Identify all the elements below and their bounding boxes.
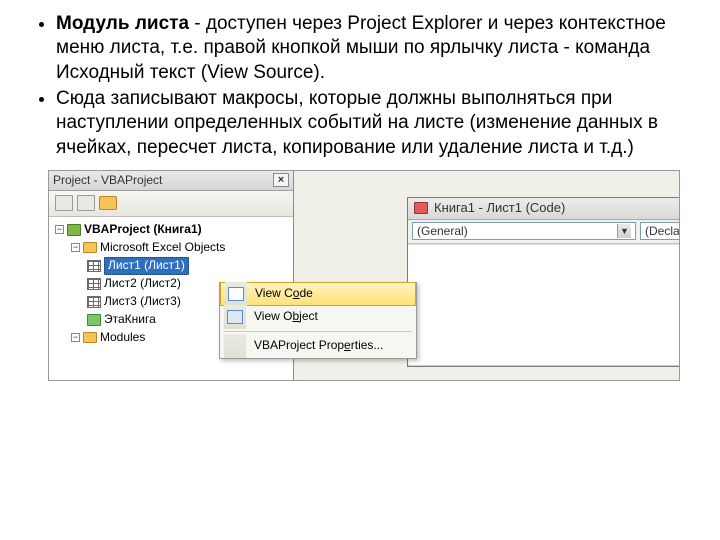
expand-icon[interactable]: − — [71, 333, 80, 342]
slide-bullets: Модуль листа - доступен через Project Ex… — [24, 12, 696, 160]
tree-sheet2-label: Лист2 (Лист2) — [104, 276, 181, 291]
menu-props-label: VBAProject Properties... — [254, 338, 406, 353]
expand-icon[interactable]: − — [71, 243, 80, 252]
view-code-icon[interactable] — [55, 195, 73, 211]
object-dropdown[interactable]: (General) ▼ — [412, 222, 636, 240]
worksheet-icon — [87, 296, 101, 308]
toggle-folders-icon[interactable] — [99, 196, 117, 210]
tree-project-root[interactable]: − VBAProject (Книга1) — [53, 221, 289, 239]
project-explorer-titlebar: Project - VBAProject × — [49, 171, 293, 191]
project-explorer-title: Project - VBAProject — [53, 173, 162, 188]
menu-separator — [224, 331, 412, 332]
bullet-1-strong: Модуль листа — [56, 13, 189, 34]
code-window-dropdowns: (General) ▼ (Declara — [408, 220, 680, 244]
code-window-icon — [414, 202, 428, 214]
project-icon — [67, 224, 81, 236]
folder-icon — [83, 332, 97, 343]
tree-sheet1[interactable]: Лист1 (Лист1) — [53, 257, 289, 275]
worksheet-icon — [87, 260, 101, 272]
procedure-dropdown-value: (Declara — [645, 224, 680, 239]
menu-view-object[interactable]: View Object — [220, 305, 416, 329]
project-explorer-toolbar — [49, 191, 293, 217]
code-editor-area[interactable] — [408, 244, 680, 364]
code-icon — [228, 287, 244, 301]
tree-thisworkbook-label: ЭтаКнига — [104, 312, 156, 327]
view-object-icon[interactable] — [77, 195, 95, 211]
code-window-title: Книга1 - Лист1 (Code) — [434, 200, 565, 217]
bullet-2: Сюда записывают макросы, которые должны … — [56, 87, 696, 160]
menu-view-code-label: View Code — [255, 286, 405, 301]
tree-folder-label: Microsoft Excel Objects — [100, 240, 225, 255]
tree-project-label: VBAProject (Книга1) — [84, 222, 202, 237]
screenshot-vba-editor: Project - VBAProject × − VBAProject (Кни… — [48, 170, 680, 381]
chevron-down-icon: ▼ — [617, 224, 631, 238]
menu-view-object-label: View Object — [254, 309, 406, 324]
object-icon — [227, 310, 243, 324]
code-window-titlebar: Книга1 - Лист1 (Code) — [408, 198, 680, 220]
tree-folder-modules-label: Modules — [100, 330, 145, 345]
bullet-1: Модуль листа - доступен через Project Ex… — [56, 12, 696, 85]
menu-vbaproject-properties[interactable]: VBAProject Properties... — [220, 334, 416, 358]
menu-view-code[interactable]: View Code — [220, 282, 416, 306]
worksheet-icon — [87, 278, 101, 290]
folder-icon — [83, 242, 97, 253]
object-dropdown-value: (General) — [417, 224, 468, 239]
code-window: Книга1 - Лист1 (Code) (General) ▼ (Decla… — [407, 197, 680, 367]
tree-folder-objects[interactable]: − Microsoft Excel Objects — [53, 239, 289, 257]
procedure-dropdown[interactable]: (Declara — [640, 222, 680, 240]
expand-icon[interactable]: − — [55, 225, 64, 234]
tree-sheet1-label: Лист1 (Лист1) — [104, 257, 189, 274]
workbook-icon — [87, 314, 101, 326]
close-button[interactable]: × — [273, 173, 289, 187]
tree-sheet3-label: Лист3 (Лист3) — [104, 294, 181, 309]
context-menu: View Code View Object VBAProject Propert… — [219, 282, 417, 359]
